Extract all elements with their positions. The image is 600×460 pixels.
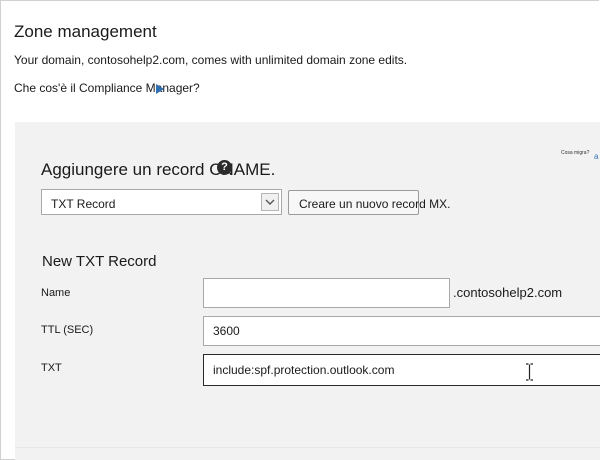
create-mx-record-label: Creare un nuovo record MX. [299, 197, 451, 211]
compliance-manager-link[interactable]: Che cos'è il Compliance Manager? [14, 81, 200, 95]
add-record-heading: Aggiungere un record CNAME. [41, 160, 276, 179]
ttl-input[interactable] [203, 316, 600, 346]
panel-divider [15, 447, 600, 448]
txt-label: TXT [41, 362, 62, 374]
record-type-value: TXT Record [51, 197, 116, 211]
what-migrates-note: Cosa migra? [561, 150, 590, 156]
domain-description: Your domain, contosohelp2.com, comes wit… [14, 53, 408, 67]
new-txt-record-heading: New TXT Record [42, 253, 157, 270]
text-cursor-icon [526, 363, 533, 381]
ttl-label: TTL (SEC) [41, 324, 94, 336]
name-input[interactable] [203, 278, 450, 308]
select-dropdown-button[interactable] [261, 193, 279, 211]
txt-value-input[interactable] [203, 354, 600, 386]
help-circle-icon[interactable]: ? [217, 160, 232, 175]
page-title: Zone management [14, 22, 157, 41]
pointer-arrow-icon [156, 84, 164, 94]
domain-suffix: .contosohelp2.com [453, 285, 563, 300]
what-migrates-link[interactable]: a [594, 152, 598, 161]
chevron-down-icon [265, 199, 275, 205]
name-label: Name [41, 287, 71, 299]
record-type-select[interactable]: TXT Record [41, 189, 282, 215]
